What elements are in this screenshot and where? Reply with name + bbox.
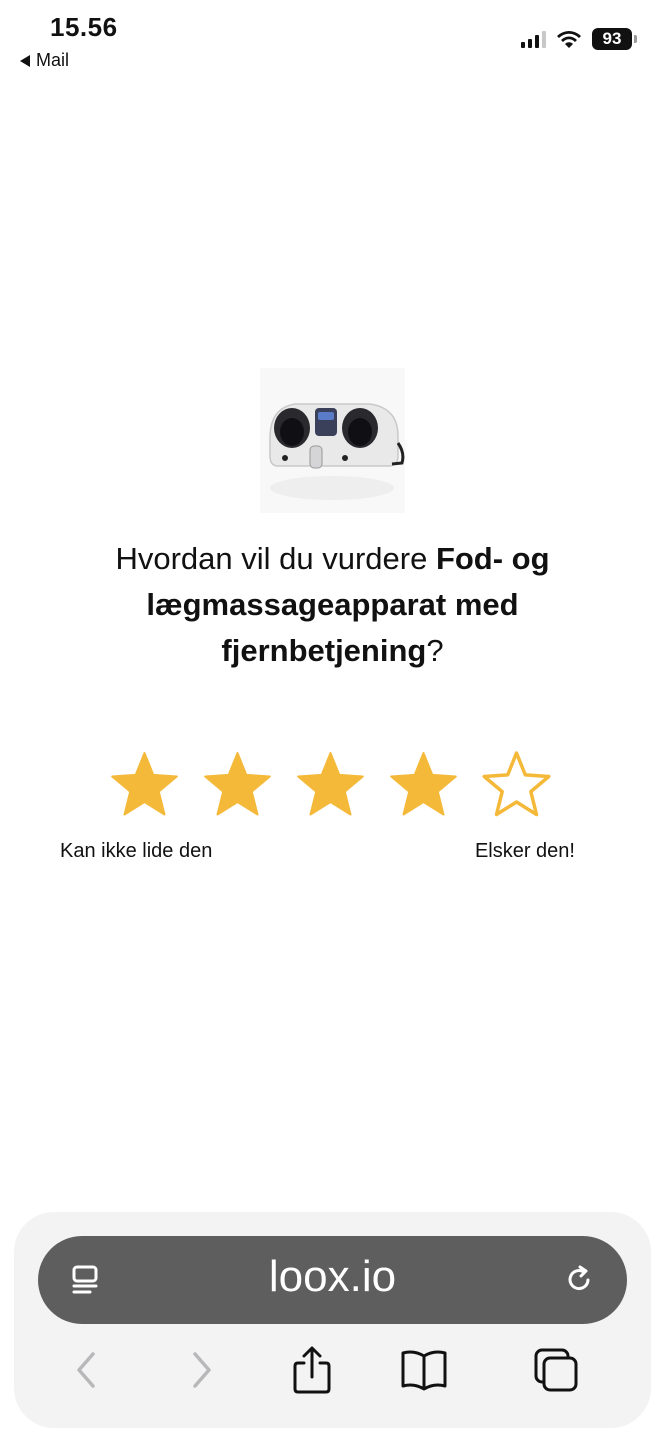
back-button[interactable] xyxy=(56,1340,116,1400)
forward-icon xyxy=(193,1352,211,1388)
status-time: 15.56 xyxy=(50,12,118,42)
reload-icon[interactable] xyxy=(561,1262,597,1298)
question-prefix: Hvordan vil du vurdere xyxy=(115,541,436,576)
star-empty-icon[interactable] xyxy=(480,750,553,820)
rating-question: Hvordan vil du vurdere Fod- og lægmassag… xyxy=(60,536,605,674)
back-triangle-icon xyxy=(20,54,30,67)
browser-nav-row xyxy=(14,1340,651,1400)
page: 15.56 Mail 93 Hvordan vil du vurdere Fod… xyxy=(0,0,665,1440)
star-filled-icon[interactable] xyxy=(387,750,460,820)
tabs-button[interactable] xyxy=(526,1340,586,1400)
rating-label-high: Elsker den! xyxy=(474,840,575,862)
star-filled-icon[interactable] xyxy=(201,750,274,820)
forward-button[interactable] xyxy=(172,1340,232,1400)
back-icon xyxy=(77,1352,95,1388)
star-rating xyxy=(108,750,553,820)
bookmarks-button[interactable] xyxy=(394,1340,454,1400)
url-text: loox.io xyxy=(268,1252,397,1301)
address-bar[interactable]: loox.io xyxy=(38,1236,627,1324)
star-filled-icon[interactable] xyxy=(108,750,181,820)
foot-massager-image xyxy=(260,368,405,513)
browser-toolbar: loox.io xyxy=(14,1212,651,1428)
wifi-icon xyxy=(557,30,581,48)
battery-icon: 93 xyxy=(592,28,637,50)
question-suffix: ? xyxy=(426,633,444,668)
battery-level: 93 xyxy=(592,28,632,50)
back-label: Mail xyxy=(36,50,70,70)
back-to-mail-button[interactable]: Mail xyxy=(20,50,69,71)
star-filled-icon[interactable] xyxy=(294,750,367,820)
share-icon xyxy=(293,1346,331,1394)
cellular-signal-icon xyxy=(521,30,546,48)
share-button[interactable] xyxy=(282,1340,342,1400)
tabs-icon xyxy=(534,1348,578,1392)
rating-label-low: Kan ikke lide den xyxy=(60,840,213,862)
bookmarks-icon xyxy=(401,1350,447,1391)
status-icons: 93 xyxy=(521,28,637,50)
